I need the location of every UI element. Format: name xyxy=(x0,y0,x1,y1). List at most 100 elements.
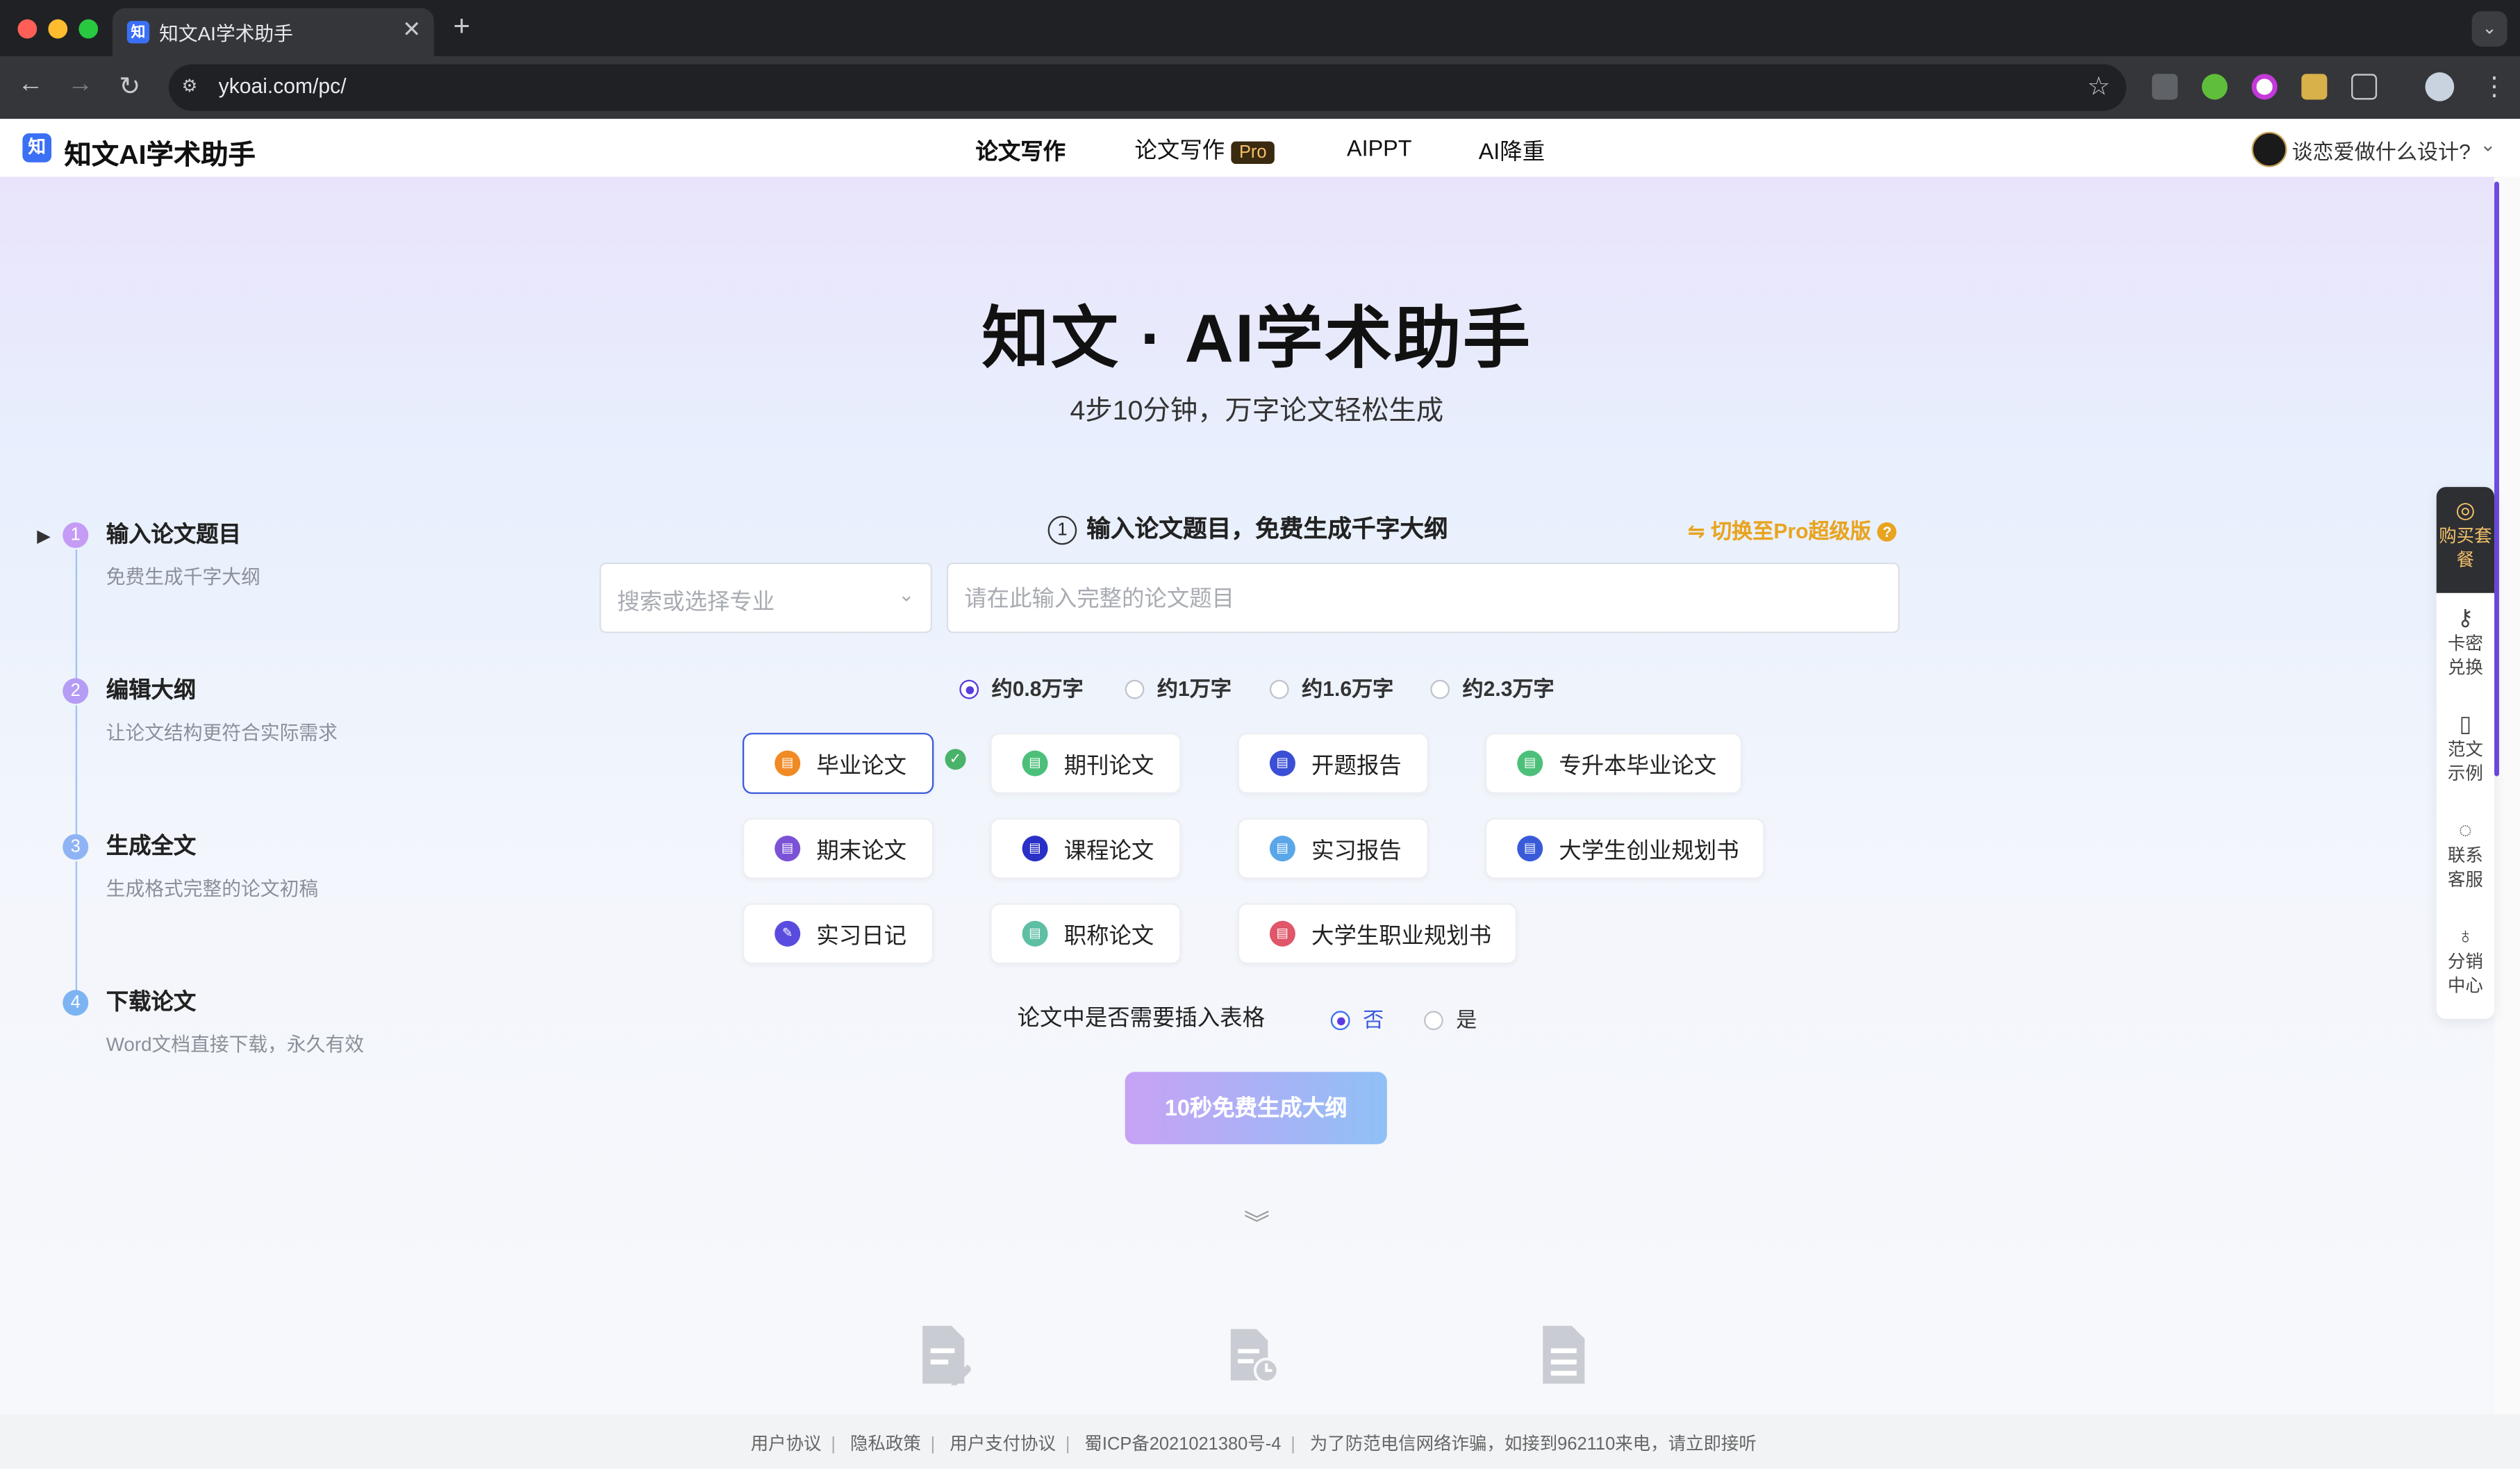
avatar[interactable] xyxy=(2252,132,2287,167)
nav-ai-rewrite[interactable]: AI降重 xyxy=(1479,135,1545,167)
redeem-card-button[interactable]: ⚷卡密兑换 xyxy=(2437,606,2494,681)
type-card-journal[interactable]: ▤ 期刊论文 xyxy=(990,733,1181,794)
footer-link-payment-agreement[interactable]: 用户支付协议 xyxy=(950,1435,1056,1454)
type-card-internship-diary[interactable]: ✎ 实习日记 xyxy=(743,903,934,964)
maximize-window-button[interactable] xyxy=(78,19,98,39)
minimize-window-button[interactable] xyxy=(48,19,67,39)
scrollbar-thumb[interactable] xyxy=(2494,181,2499,776)
step-title: 生成全文 xyxy=(106,829,197,861)
step-desc: 生成格式完整的论文初稿 xyxy=(106,874,318,902)
document-icon: ▤ xyxy=(1022,836,1048,861)
footer-link-privacy[interactable]: 隐私政策 xyxy=(850,1435,921,1454)
document-clock-icon xyxy=(1228,1322,1279,1387)
help-icon[interactable]: ? xyxy=(1877,522,1897,542)
generate-outline-button[interactable]: 10秒免费生成大纲 xyxy=(1125,1072,1387,1144)
document-icon: ▤ xyxy=(1022,751,1048,777)
user-name[interactable]: 谈恋爱做什么设计? xyxy=(2291,135,2470,165)
page-subtitle: 4步10分钟，万字论文轻松生成 xyxy=(0,388,2514,428)
chevron-down-icon[interactable]: ⌄ xyxy=(2480,133,2496,156)
step-desc: 免费生成千字大纲 xyxy=(106,563,260,590)
browser-tab[interactable]: 知 知文AI学术助手 ✕ xyxy=(113,8,434,56)
step-title: 输入论文题目 xyxy=(106,517,241,549)
nav-paper-writing[interactable]: 论文写作 xyxy=(975,135,1066,167)
radio[interactable] xyxy=(1270,680,1289,699)
footer-link-user-agreement[interactable]: 用户协议 xyxy=(751,1435,822,1454)
back-arrow-icon[interactable]: ← xyxy=(17,71,43,100)
document-icon: ▤ xyxy=(1270,836,1295,861)
new-tab-icon[interactable]: + xyxy=(453,10,470,44)
distribution-center-button[interactable]: ♁分销中心 xyxy=(2437,924,2494,999)
extension-icon[interactable] xyxy=(2252,74,2278,99)
type-label: 期末论文 xyxy=(816,834,906,866)
bookmark-star-icon[interactable]: ☆ xyxy=(2087,71,2110,103)
switch-to-pro-link[interactable]: ⇋ 切换至Pro超级版? xyxy=(1687,514,1896,545)
site-settings-icon[interactable]: ⚙ xyxy=(181,76,207,98)
type-card-startup-plan[interactable]: ▤ 大学生创业规划书 xyxy=(1485,818,1765,879)
close-window-button[interactable] xyxy=(17,19,37,39)
word-option[interactable]: 约1万字 xyxy=(1125,672,1232,702)
browser-tab-bar: 知 知文AI学术助手 ✕ + ⌄ xyxy=(0,0,2520,56)
double-chevron-down-icon[interactable]: ︾ xyxy=(1244,1202,1270,1241)
site-logo-text[interactable]: 知文AI学术助手 xyxy=(65,132,256,172)
float-item-buy: ◎购买套餐 xyxy=(2437,498,2494,574)
type-card-title-paper[interactable]: ▤ 职称论文 xyxy=(990,903,1181,964)
radio-selected[interactable] xyxy=(959,680,979,699)
url-text[interactable]: ykoai.com/pc/ xyxy=(219,74,347,98)
footer-link-icp[interactable]: 蜀ICP备2021021380号-4 xyxy=(1084,1435,1281,1454)
step-title: 编辑大纲 xyxy=(106,673,197,705)
more-menu-icon[interactable]: ⋮ xyxy=(2482,71,2507,103)
close-tab-icon[interactable]: ✕ xyxy=(402,16,421,43)
buy-plan-button[interactable]: ◎购买套餐 xyxy=(2437,487,2494,593)
extension-icon[interactable] xyxy=(2152,74,2178,99)
nav-aippt[interactable]: AIPPT xyxy=(1347,135,1412,160)
type-card-course[interactable]: ▤ 课程论文 xyxy=(990,818,1181,879)
step-desc: 让论文结构更符合实际需求 xyxy=(106,718,338,745)
type-label: 大学生职业规划书 xyxy=(1311,919,1491,951)
type-card-graduation[interactable]: ▤ 毕业论文 xyxy=(743,733,934,794)
paper-title-input[interactable] xyxy=(947,563,1900,633)
word-option[interactable]: 约2.3万字 xyxy=(1430,672,1554,702)
type-card-final-term[interactable]: ▤ 期末论文 xyxy=(743,818,934,879)
profile-avatar-icon[interactable] xyxy=(2426,72,2455,101)
step-number: 4 xyxy=(63,990,88,1015)
browser-toolbar: ← → ↻ ⚙ ykoai.com/pc/ ☆ ⋮ xyxy=(0,56,2520,119)
type-card-proposal[interactable]: ▤ 开题报告 xyxy=(1238,733,1429,794)
contact-support-button[interactable]: ◌联系客服 xyxy=(2437,818,2494,894)
type-card-internship-report[interactable]: ▤ 实习报告 xyxy=(1238,818,1429,879)
table-question: 论文中是否需要插入表格 xyxy=(1018,1001,1265,1033)
extensions-puzzle-icon[interactable] xyxy=(2351,74,2377,99)
word-option[interactable]: 约0.8万字 xyxy=(959,672,1083,702)
document-icon xyxy=(1540,1322,1591,1387)
reload-icon[interactable]: ↻ xyxy=(119,71,140,103)
major-select[interactable]: 搜索或选择专业 ⌄ xyxy=(599,563,932,633)
type-label: 期刊论文 xyxy=(1064,749,1154,781)
radio[interactable] xyxy=(1424,1011,1443,1030)
site-header: 知 知文AI学术助手 论文写作 论文写作Pro AIPPT AI降重 谈恋爱做什… xyxy=(0,119,2520,179)
document-icon: ▯ xyxy=(2446,712,2485,736)
forward-arrow-icon[interactable]: → xyxy=(67,71,93,100)
type-label: 大学生创业规划书 xyxy=(1559,834,1739,866)
type-card-upgrade-graduation[interactable]: ▤ 专升本毕业论文 xyxy=(1485,733,1742,794)
plan-icon: ▤ xyxy=(1517,836,1543,861)
floating-side-panel: ◎购买套餐 ⚷卡密兑换 ▯范文示例 ◌联系客服 ♁分销中心 xyxy=(2437,487,2494,1019)
tab-search-chevron-icon[interactable]: ⌄ xyxy=(2472,11,2507,47)
radio[interactable] xyxy=(1430,680,1450,699)
sample-papers-button[interactable]: ▯范文示例 xyxy=(2437,712,2494,788)
word-option[interactable]: 约1.6万字 xyxy=(1270,672,1393,702)
nav-paper-writing-pro[interactable]: 论文写作Pro xyxy=(1135,133,1275,165)
radio[interactable] xyxy=(1125,680,1145,699)
document-icon: ▤ xyxy=(774,836,800,861)
type-card-career-plan[interactable]: ▤ 大学生职业规划书 xyxy=(1238,903,1518,964)
address-bar[interactable]: ⚙ ykoai.com/pc/ ☆ xyxy=(169,65,2126,111)
report-icon: ▤ xyxy=(1270,751,1295,777)
radio-selected[interactable] xyxy=(1331,1011,1350,1030)
extension-icon[interactable] xyxy=(2202,74,2228,99)
extension-icon[interactable] xyxy=(2301,74,2327,99)
table-option-yes[interactable]: 是 xyxy=(1424,1003,1477,1034)
document-icon: ▤ xyxy=(774,751,800,777)
table-option-no[interactable]: 否 xyxy=(1331,1003,1384,1034)
chat-icon: ◌ xyxy=(2446,818,2485,843)
plan-icon: ▤ xyxy=(1270,921,1295,947)
pro-badge: Pro xyxy=(1231,142,1275,164)
chevron-down-icon: ⌄ xyxy=(898,583,914,606)
